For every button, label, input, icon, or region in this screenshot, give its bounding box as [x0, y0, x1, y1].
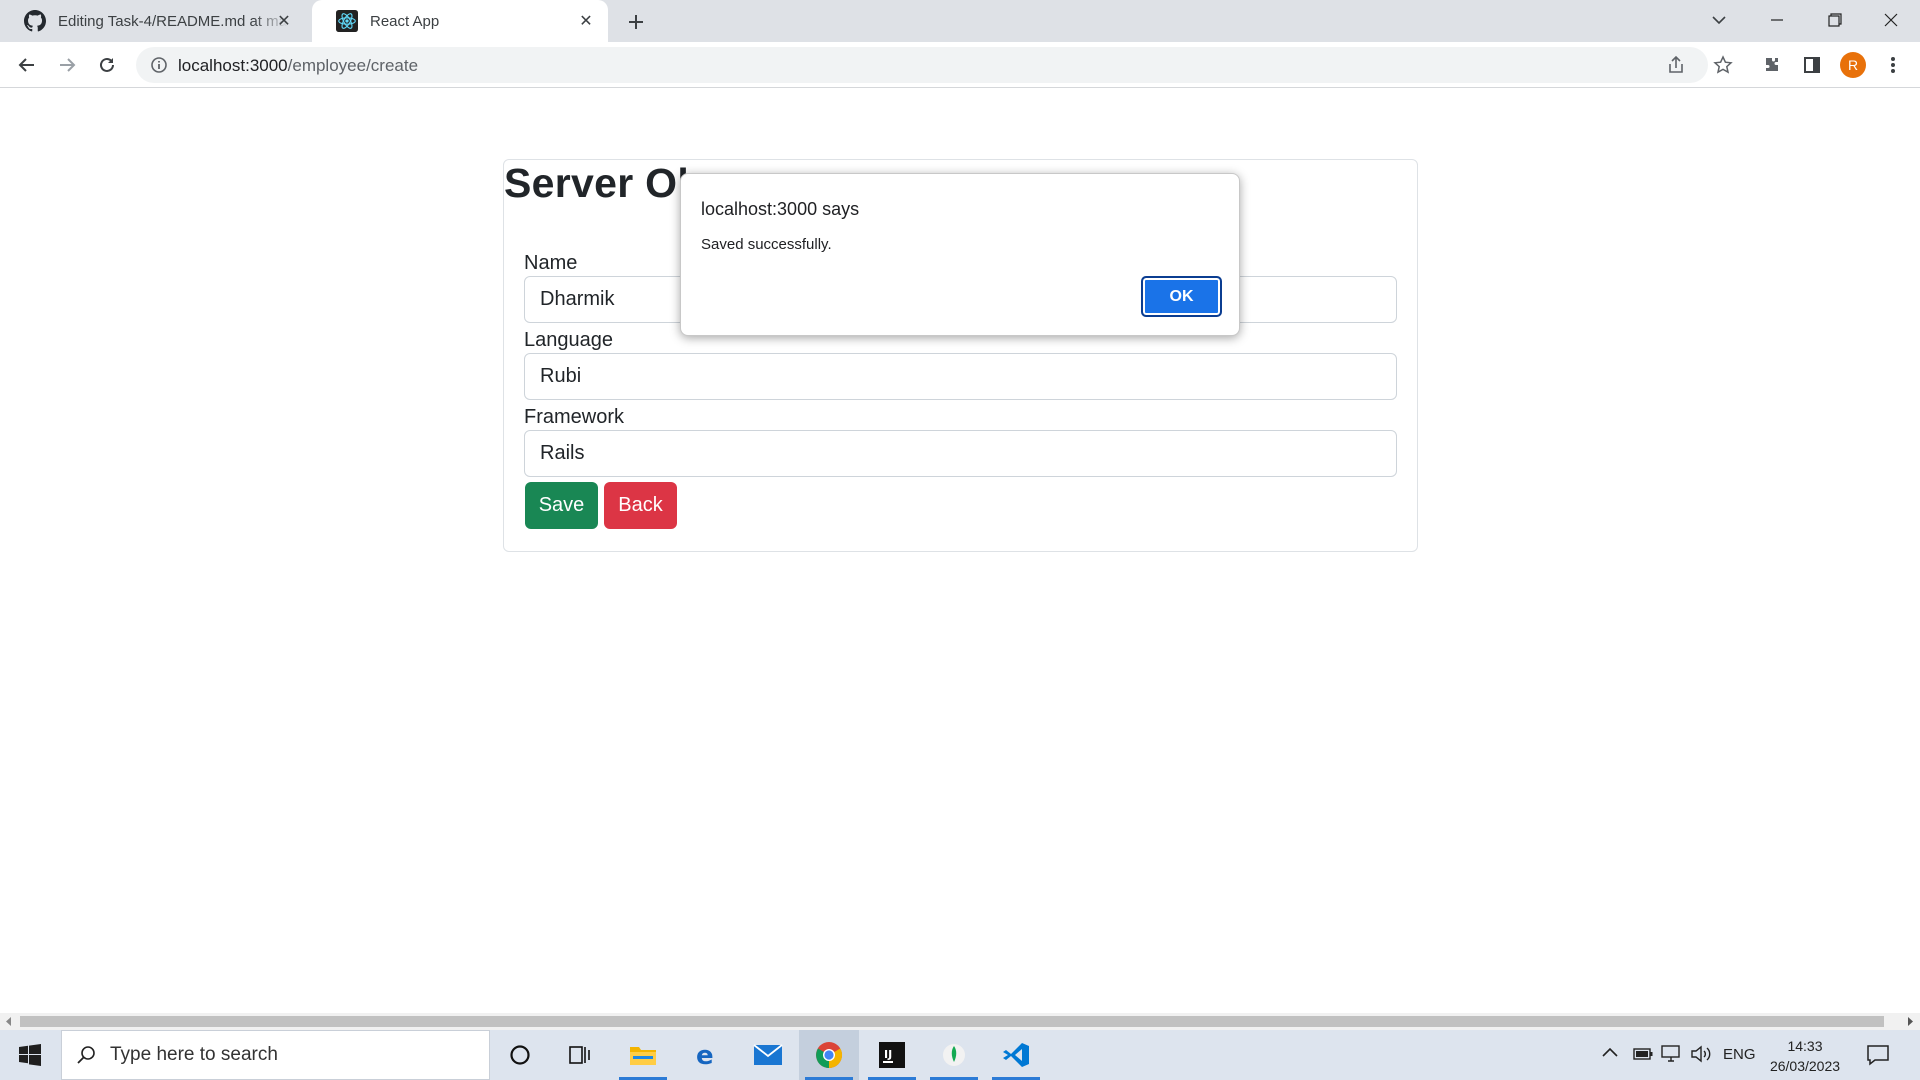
name-label: Name [524, 252, 578, 274]
dialog-message: Saved successfully. [701, 236, 832, 253]
tab-bar: Editing Task-4/README.md at main ✕ React… [0, 0, 1920, 42]
profile-avatar[interactable]: R [1840, 52, 1866, 78]
close-tab-icon[interactable]: ✕ [576, 11, 596, 31]
notification-center-icon[interactable] [1866, 1043, 1890, 1067]
scroll-right-arrow-icon[interactable] [1906, 1017, 1914, 1026]
restore-icon[interactable] [1806, 0, 1864, 40]
reload-icon[interactable] [91, 49, 123, 81]
framework-input[interactable]: Rails [524, 430, 1397, 477]
address-bar[interactable]: localhost:3000/employee/create [136, 47, 1708, 83]
cortana-icon[interactable] [490, 1030, 550, 1080]
scroll-left-arrow-icon[interactable] [5, 1017, 13, 1026]
page-title: Server Ob [504, 160, 703, 206]
horizontal-scrollbar[interactable] [0, 1013, 1920, 1030]
edge-icon[interactable]: e [676, 1030, 736, 1080]
tab-search-icon[interactable] [1690, 0, 1748, 40]
back-arrow-icon[interactable] [11, 49, 43, 81]
close-tab-icon[interactable]: ✕ [274, 11, 294, 31]
save-button[interactable]: Save [525, 482, 598, 529]
back-button[interactable]: Back [604, 482, 677, 529]
file-explorer-icon[interactable] [613, 1030, 673, 1080]
info-icon[interactable] [150, 56, 168, 74]
close-window-icon[interactable] [1862, 0, 1920, 40]
minimize-icon[interactable] [1748, 0, 1806, 40]
browser-toolbar: localhost:3000/employee/create R [0, 42, 1920, 88]
chrome-icon[interactable] [799, 1030, 859, 1080]
volume-icon[interactable] [1690, 1045, 1712, 1063]
alert-dialog: localhost:3000 says Saved successfully. … [680, 173, 1240, 336]
language-input[interactable]: Rubi [524, 353, 1397, 400]
framework-label: Framework [524, 406, 625, 428]
tab-github-readme[interactable]: Editing Task-4/README.md at main ✕ [0, 0, 306, 42]
url-path: /employee/create [287, 56, 419, 75]
tab-title: React App [370, 12, 440, 30]
dialog-title: localhost:3000 says [701, 199, 860, 219]
windows-taskbar: Type here to search e IJ ENG 14:33 26/03… [0, 1030, 1920, 1080]
more-menu-icon[interactable] [1877, 49, 1909, 81]
mail-icon[interactable] [738, 1030, 798, 1080]
side-panel-icon[interactable] [1796, 49, 1828, 81]
clock-date: 26/03/2023 [1769, 1058, 1841, 1074]
page-viewport: Server Ob Name Dharmik Language Rubi Fra… [0, 89, 1920, 1013]
clock[interactable]: 14:33 26/03/2023 [1760, 1036, 1850, 1076]
show-hidden-icons-icon[interactable] [1601, 1046, 1619, 1058]
react-icon [336, 10, 358, 32]
search-icon [76, 1045, 96, 1065]
battery-icon[interactable] [1633, 1048, 1653, 1060]
ok-button[interactable]: OK [1141, 276, 1222, 317]
task-view-icon[interactable] [550, 1030, 610, 1080]
svg-text:e: e [696, 1042, 714, 1068]
extensions-icon[interactable] [1756, 49, 1788, 81]
language-label: Language [524, 329, 613, 351]
github-icon [24, 10, 46, 32]
intellij-icon[interactable]: IJ [862, 1030, 922, 1080]
taskbar-search-box[interactable]: Type here to search [61, 1030, 490, 1080]
share-icon[interactable] [1666, 55, 1686, 75]
tab-title: Editing Task-4/README.md at main [58, 12, 288, 30]
scrollbar-thumb[interactable] [20, 1016, 1884, 1027]
network-icon[interactable] [1660, 1044, 1682, 1064]
mongodb-compass-icon[interactable] [924, 1030, 984, 1080]
tab-react-app[interactable]: React App ✕ [312, 0, 608, 42]
vscode-icon[interactable] [986, 1030, 1046, 1080]
svg-text:IJ: IJ [884, 1048, 892, 1061]
bookmark-star-icon[interactable] [1707, 49, 1739, 81]
search-placeholder: Type here to search [110, 1044, 278, 1065]
clock-time: 14:33 [1787, 1038, 1823, 1054]
windows-start-icon[interactable] [0, 1030, 60, 1080]
url-text: localhost:3000/employee/create [178, 56, 418, 76]
new-tab-button[interactable] [622, 8, 650, 36]
language-indicator[interactable]: ENG [1723, 1046, 1756, 1063]
url-host: localhost:3000 [178, 56, 288, 75]
forward-arrow-icon[interactable] [51, 49, 83, 81]
